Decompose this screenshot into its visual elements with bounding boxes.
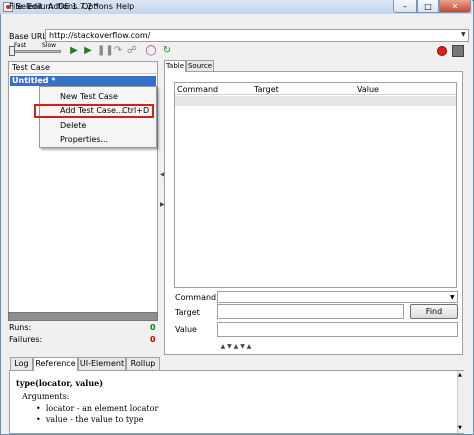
scroll-up-icon[interactable]: ▲: [458, 372, 462, 378]
highlight-box: [34, 104, 154, 118]
schedule-icon[interactable]: ↻: [161, 45, 173, 57]
horizontal-splitter[interactable]: ▲ ▼ ▲ ▼ ▲: [196, 343, 276, 351]
speed-slow-label: Slow: [42, 42, 57, 49]
reference-arg-text: locator - an element locator: [45, 404, 159, 413]
speed-slider[interactable]: [9, 50, 61, 53]
value-input[interactable]: [217, 322, 458, 337]
options-icon[interactable]: [452, 45, 464, 57]
runs-label: Runs:: [9, 323, 32, 332]
record-icon[interactable]: [437, 46, 447, 56]
runs-count: 0: [150, 323, 156, 332]
close-button[interactable]: ✕: [439, 0, 471, 13]
base-url-label: Base URL: [9, 32, 47, 41]
test-case-header: Test Case: [9, 62, 157, 74]
tab-table[interactable]: Table: [164, 60, 186, 72]
reference-scrollbar[interactable]: [457, 371, 464, 433]
menu-help[interactable]: Help: [116, 2, 134, 11]
menu-file[interactable]: File: [9, 2, 22, 11]
tab-reference[interactable]: Reference: [33, 357, 78, 371]
column-target[interactable]: Target: [254, 85, 279, 94]
command-label: Command: [175, 293, 217, 302]
target-label: Target: [175, 308, 200, 317]
find-button[interactable]: Find: [410, 304, 458, 319]
tab-ui-element[interactable]: UI-Element: [78, 357, 126, 371]
reference-arguments-label: Arguments:: [22, 392, 70, 401]
value-label: Value: [175, 325, 197, 334]
table-header: Command Target Value: [175, 83, 456, 95]
menu-item-delete[interactable]: Delete: [60, 121, 86, 130]
command-select[interactable]: [217, 291, 458, 303]
speed-slider-thumb[interactable]: [9, 46, 15, 56]
failures-count: 0: [150, 335, 156, 344]
failures-label: Failures:: [9, 335, 43, 344]
command-dropdown-icon[interactable]: ▼: [450, 294, 455, 301]
reference-arg-text: value - the value to type: [45, 415, 144, 424]
play-suite-icon[interactable]: ▶: [68, 45, 80, 57]
base-url-dropdown-icon[interactable]: ▼: [461, 31, 466, 38]
column-value[interactable]: Value: [357, 85, 379, 94]
column-command[interactable]: Command: [177, 85, 218, 94]
minimize-button[interactable]: –: [393, 0, 417, 13]
base-url-input[interactable]: http://stackoverflow.com/: [45, 29, 469, 42]
step-icon[interactable]: ↷: [112, 45, 124, 57]
menu-actions[interactable]: Actions: [48, 2, 77, 11]
testrunner-icon[interactable]: ◯: [145, 45, 157, 57]
tab-log[interactable]: Log: [10, 357, 33, 371]
speed-fast-label: Fast: [14, 42, 27, 49]
menu-options[interactable]: Options: [82, 2, 113, 11]
reference-arg-item: • locator - an element locator: [36, 404, 159, 413]
rollup-icon[interactable]: ☍: [126, 45, 138, 57]
menu-bar: [1, 14, 472, 28]
progress-bar: [8, 312, 158, 321]
maximize-button[interactable]: □: [417, 0, 439, 13]
target-input[interactable]: [217, 304, 404, 319]
table-row[interactable]: [175, 96, 456, 106]
reference-arg-item: • value - the value to type: [36, 415, 144, 424]
test-case-item-untitled[interactable]: Untitled *: [10, 76, 156, 86]
menu-edit[interactable]: Edit: [27, 2, 43, 11]
tab-rollup[interactable]: Rollup: [126, 357, 160, 371]
menu-item-properties[interactable]: Properties...: [60, 135, 108, 144]
play-test-icon[interactable]: ▶: [82, 45, 94, 57]
scroll-down-icon[interactable]: ▼: [458, 425, 462, 431]
command-table[interactable]: Command Target Value: [174, 82, 457, 288]
pause-icon[interactable]: ❚❚: [97, 45, 114, 57]
reference-signature: type(locator, value): [16, 378, 104, 388]
menu-item-new-test-case[interactable]: New Test Case: [60, 92, 118, 101]
